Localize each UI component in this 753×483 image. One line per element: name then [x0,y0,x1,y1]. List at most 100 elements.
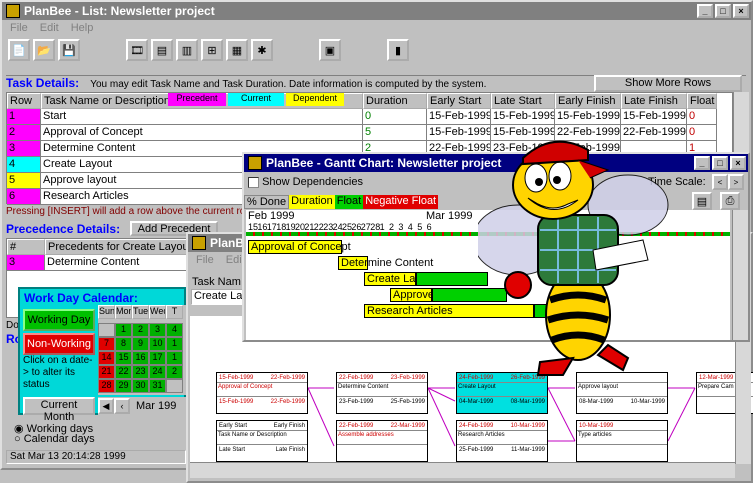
calendar-date-cell[interactable]: 23 [132,365,149,379]
list-titlebar[interactable]: PlanBee - List: Newsletter project _ □ × [2,2,751,20]
calendar-date-cell[interactable]: 15 [115,351,132,365]
prev-month-icon[interactable]: ◀ [98,398,114,414]
network-menu-edit[interactable]: Edi [226,254,242,266]
calendar-date-cell[interactable] [166,379,183,393]
close-button[interactable]: × [730,156,746,170]
calendar-date-cell[interactable]: 10 [149,337,166,351]
gantt-bar[interactable]: Determine Content [338,256,433,270]
task-row-cell[interactable]: 3 [7,141,41,157]
task-name-cell[interactable]: Approval of Concept [41,125,363,141]
show-more-rows-button[interactable]: Show More Rows [594,75,742,92]
calendar-date-cell[interactable]: 14 [98,351,115,365]
prec-row-number[interactable]: 3 [7,255,45,271]
list-view-icon[interactable]: ▤ [151,39,173,61]
calculator-icon[interactable]: ▣ [319,39,341,61]
gantt-vscroll[interactable] [732,210,748,340]
network-view-icon[interactable]: ⊞ [201,39,223,61]
col-header-early-finish[interactable]: Early Finish [555,93,621,109]
network-menu-file[interactable]: File [196,254,214,266]
film-icon[interactable]: 🎞 [126,39,148,61]
exit-door-icon[interactable]: ▮ [387,39,409,61]
calendar-date-cell[interactable]: 30 [132,379,149,393]
calendar-date-cell[interactable]: 28 [98,379,115,393]
pert-task-box[interactable]: 15-Feb-1999 22-Feb-1999 Approval of Concep… [216,372,308,414]
task-late-start-cell[interactable]: 15-Feb-1999 [491,109,555,125]
calendar-date-cell[interactable]: 31 [149,379,166,393]
maximize-button[interactable]: □ [712,156,728,170]
col-header-duration[interactable]: Duration [363,93,427,109]
scale-right-icon[interactable]: > [728,174,744,190]
calendar-icon[interactable]: ▦ [226,39,248,61]
show-dependencies-checkbox[interactable]: Show Dependencies [248,176,363,188]
calendar-date-cell[interactable] [98,323,115,337]
calendar-date-cell[interactable]: 1 [166,337,183,351]
calendar-date-cell[interactable]: 16 [132,351,149,365]
task-row-cell[interactable]: 2 [7,125,41,141]
calendar-date-cell[interactable]: 1 [115,323,132,337]
calendar-date-cell[interactable]: 7 [98,337,115,351]
calendar-days-radio[interactable]: ○ Calendar days [14,433,95,445]
pert-bottom-row: 15-Feb-1999 22-Feb-1999 [217,397,307,407]
task-row-cell[interactable]: 4 [7,157,41,173]
task-float-cell[interactable]: 0 [687,125,717,141]
task-duration-cell[interactable]: 0 [363,109,427,125]
menu-edit[interactable]: Edit [40,22,59,34]
pert-task-box[interactable]: 22-Feb-1999 23-Feb-1999 Determine Content 2… [336,372,428,414]
calendar-date-cell[interactable]: 9 [132,337,149,351]
calendar-date-cell[interactable]: 21 [98,365,115,379]
col-header-late-finish[interactable]: Late Finish [621,93,687,109]
print-icon[interactable]: ⎙ [720,192,740,210]
gantt-bar[interactable]: Create Layout [364,272,436,286]
task-row-cell[interactable]: 5 [7,173,41,189]
prec-row-name[interactable]: Determine Content [45,255,191,271]
calendar-date-cell[interactable]: 1 [166,351,183,365]
pert-task-box[interactable]: 22-Feb-1999 22-Mar-1999 Assemble addresses [336,420,428,462]
calendar-date-cell[interactable]: 29 [115,379,132,393]
menu-help[interactable]: Help [71,22,94,34]
task-early-start-cell[interactable]: 15-Feb-1999 [427,109,491,125]
pert-task-box[interactable]: 24-Feb-1999 10-Mar-1999 Research Articles 2… [456,420,548,462]
calendar-date-cell[interactable]: 8 [115,337,132,351]
pert-name: Determine Content [337,383,427,397]
save-file-icon[interactable]: 💾 [58,39,80,61]
calendar-date-cell[interactable]: 4 [166,323,183,337]
back-icon[interactable]: ‹ [114,398,130,414]
task-row-cell[interactable]: 1 [7,109,41,125]
open-file-icon[interactable]: 📂 [33,39,55,61]
calendar-date-cell[interactable]: 22 [115,365,132,379]
task-name-cell[interactable]: Start [41,109,363,125]
calendar-date-cell[interactable]: 2 [132,323,149,337]
task-row-cell[interactable]: 6 [7,189,41,205]
col-header-row[interactable]: Row [7,93,41,109]
task-float-cell[interactable]: 0 [687,109,717,125]
gantt-view-icon[interactable]: ▥ [176,39,198,61]
bee-icon[interactable]: ✱ [251,39,273,61]
col-header-float[interactable]: Float [687,93,717,109]
task-late-finish-cell[interactable]: 15-Feb-1999 [621,109,687,125]
col-header-early-start[interactable]: Early Start [427,93,491,109]
menu-file[interactable]: File [10,22,28,34]
non-working-button[interactable]: Non-Working [23,333,95,355]
minimize-button[interactable]: _ [697,4,713,18]
gantt-bar[interactable]: Approve layout [390,288,466,302]
current-month-button[interactable]: Current Month [23,397,95,423]
scale-left-icon[interactable]: < [712,174,728,190]
pert-top-row: 15-Feb-1999 22-Feb-1999 [217,373,307,383]
pert-task-box[interactable]: Early Start Early Finish Task Name or Desc… [216,420,308,462]
network-hscroll[interactable] [190,462,735,478]
col-header-late-start[interactable]: Late Start [491,93,555,109]
calendar-date-cell[interactable]: 17 [149,351,166,365]
new-file-icon[interactable]: 📄 [8,39,30,61]
close-button[interactable]: × [733,4,749,18]
maximize-button[interactable]: □ [715,4,731,18]
gantt-bar[interactable]: Approval of Concept [248,240,351,254]
task-duration-cell[interactable]: 5 [363,125,427,141]
pert-task-box[interactable]: 10-Mar-1999 Type articles [576,420,668,462]
working-day-button[interactable]: Working Day [23,309,95,331]
export-icon[interactable]: ▤ [692,192,712,210]
task-early-finish-cell[interactable]: 15-Feb-1999 [555,109,621,125]
calendar-date-cell[interactable]: 2 [166,365,183,379]
calendar-date-cell[interactable]: 3 [149,323,166,337]
minimize-button[interactable]: _ [694,156,710,170]
calendar-date-cell[interactable]: 24 [149,365,166,379]
